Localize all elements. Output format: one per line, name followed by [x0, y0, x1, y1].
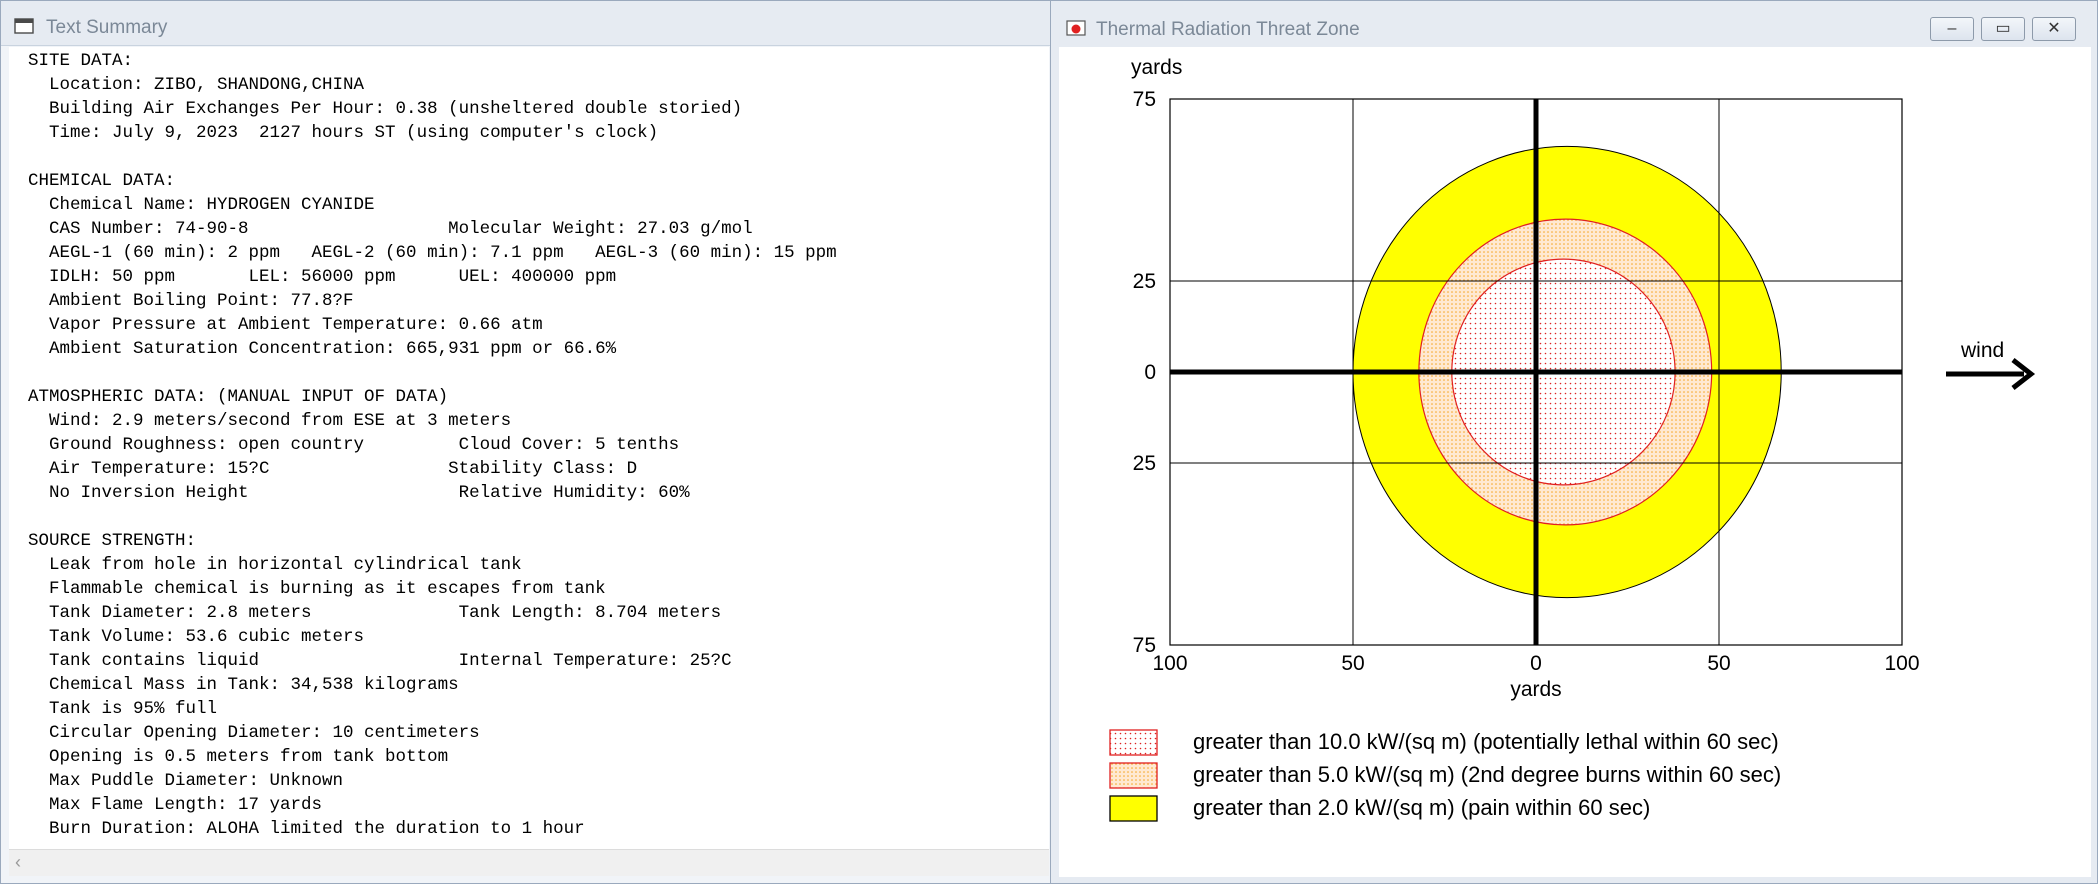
summary-line: Wind: 2.9 meters/second from ESE at 3 me… [28, 411, 512, 431]
y-tick-label: 25 [1133, 452, 1156, 475]
summary-line: Leak from hole in horizontal cylindrical… [28, 555, 522, 575]
app-window-icon [14, 18, 34, 34]
x-tick-label: 50 [1707, 652, 1730, 675]
close-button[interactable]: ✕ [2032, 17, 2076, 41]
threat-zone-app-icon [1066, 20, 1086, 36]
summary-line: Burn Duration: ALOHA limited the duratio… [28, 819, 585, 839]
wind-indicator: wind [1946, 339, 2036, 390]
y-tick-label: 75 [1133, 88, 1156, 111]
summary-line: Max Flame Length: 17 yards [28, 795, 323, 815]
summary-line: Chemical Mass in Tank: 34,538 kilograms [28, 675, 459, 695]
minimize-icon: – [1947, 20, 1957, 37]
summary-line: Tank Diameter: 2.8 meters Tank Length: 8… [28, 603, 722, 623]
x-tick-label: 100 [1884, 652, 1919, 675]
y-axis-label: yards [1131, 56, 1182, 79]
legend-label: greater than 5.0 kW/(sq m) (2nd degree b… [1193, 762, 1781, 787]
summary-line: Max Puddle Diameter: Unknown [28, 771, 344, 791]
summary-line: IDLH: 50 ppm LEL: 56000 ppm UEL: 400000 … [28, 267, 617, 287]
y-tick-label: 0 [1144, 361, 1156, 384]
summary-window-title: Text Summary [46, 17, 168, 38]
legend-label: greater than 2.0 kW/(sq m) (pain within … [1193, 795, 1650, 820]
summary-line: Opening is 0.5 meters from tank bottom [28, 747, 449, 767]
maximize-button[interactable]: ▭ [1981, 17, 2025, 41]
summary-line: Vapor Pressure at Ambient Temperature: 0… [28, 315, 543, 335]
x-axis-label: yards [1510, 678, 1561, 701]
summary-line: Circular Opening Diameter: 10 centimeter… [28, 723, 480, 743]
legend-label: greater than 10.0 kW/(sq m) (potentially… [1193, 729, 1779, 754]
summary-line: Flammable chemical is burning as it esca… [28, 579, 606, 599]
summary-titlebar[interactable]: Text Summary [1, 1, 1051, 46]
x-tick-label: 100 [1152, 652, 1187, 675]
scroll-left-icon[interactable]: ‹ [15, 852, 21, 873]
horizontal-scrollbar[interactable]: ‹ [9, 849, 1049, 876]
summary-line: Air Temperature: 15?C Stability Class: D [28, 459, 638, 479]
zone-titlebar[interactable]: Thermal Radiation Threat Zone – ▭ ✕ [1051, 1, 2097, 47]
close-icon: ✕ [2047, 20, 2061, 37]
summary-line: No Inversion Height Relative Humidity: 6… [28, 483, 690, 503]
zone-window-title: Thermal Radiation Threat Zone [1096, 19, 1360, 40]
maximize-icon: ▭ [1995, 20, 2011, 37]
summary-line: Building Air Exchanges Per Hour: 0.38 (u… [28, 99, 743, 119]
y-tick-label: 25 [1133, 270, 1156, 293]
x-tick-label: 0 [1530, 652, 1542, 675]
summary-line: Location: ZIBO, SHANDONG,CHINA [28, 75, 365, 95]
summary-line: Time: July 9, 2023 2127 hours ST (using … [28, 123, 659, 143]
summary-line: ATMOSPHERIC DATA: (MANUAL INPUT OF DATA) [28, 387, 449, 407]
summary-line: Tank is 95% full [28, 699, 218, 719]
summary-line: AEGL-1 (60 min): 2 ppm AEGL-2 (60 min): … [28, 243, 837, 263]
text-summary-window: Text Summary SITE DATA: Location: ZIBO, … [0, 0, 1052, 884]
legend-swatch-2 [1109, 729, 1158, 756]
summary-line: Tank contains liquid Internal Temperatur… [28, 651, 732, 671]
summary-line: Ambient Boiling Point: 77.8?F [28, 291, 354, 311]
legend-swatch-0 [1109, 795, 1158, 822]
summary-line: CAS Number: 74-90-8 Molecular Weight: 27… [28, 219, 753, 239]
summary-line: Chemical Name: HYDROGEN CYANIDE [28, 195, 375, 215]
legend-swatch-1 [1109, 762, 1158, 789]
summary-line: SITE DATA: [28, 51, 134, 71]
summary-line: CHEMICAL DATA: [28, 171, 176, 191]
threat-zone-chart: 752502575100 50 0 50 100yardsyards greater t… [1109, 56, 2036, 822]
threat-zone-window: Thermal Radiation Threat Zone – ▭ ✕ 75 25… [1050, 0, 2098, 884]
summary-line: Ambient Saturation Concentration: 665,93… [28, 339, 617, 359]
threat-zone-plot-area: 75 25 0 25 75 100 50 0 50 100 yards yards greater t… [1059, 47, 2091, 877]
summary-text-area[interactable]: SITE DATA: Location: ZIBO, SHANDONG,CHIN… [9, 47, 1049, 849]
summary-line: SOURCE STRENGTH: [28, 531, 197, 551]
summary-line: Ground Roughness: open country Cloud Cov… [28, 435, 680, 455]
minimize-button[interactable]: – [1930, 17, 1974, 41]
wind-label: wind [1960, 339, 2004, 362]
summary-line: Tank Volume: 53.6 cubic meters [28, 627, 365, 647]
x-tick-label: 50 [1341, 652, 1364, 675]
